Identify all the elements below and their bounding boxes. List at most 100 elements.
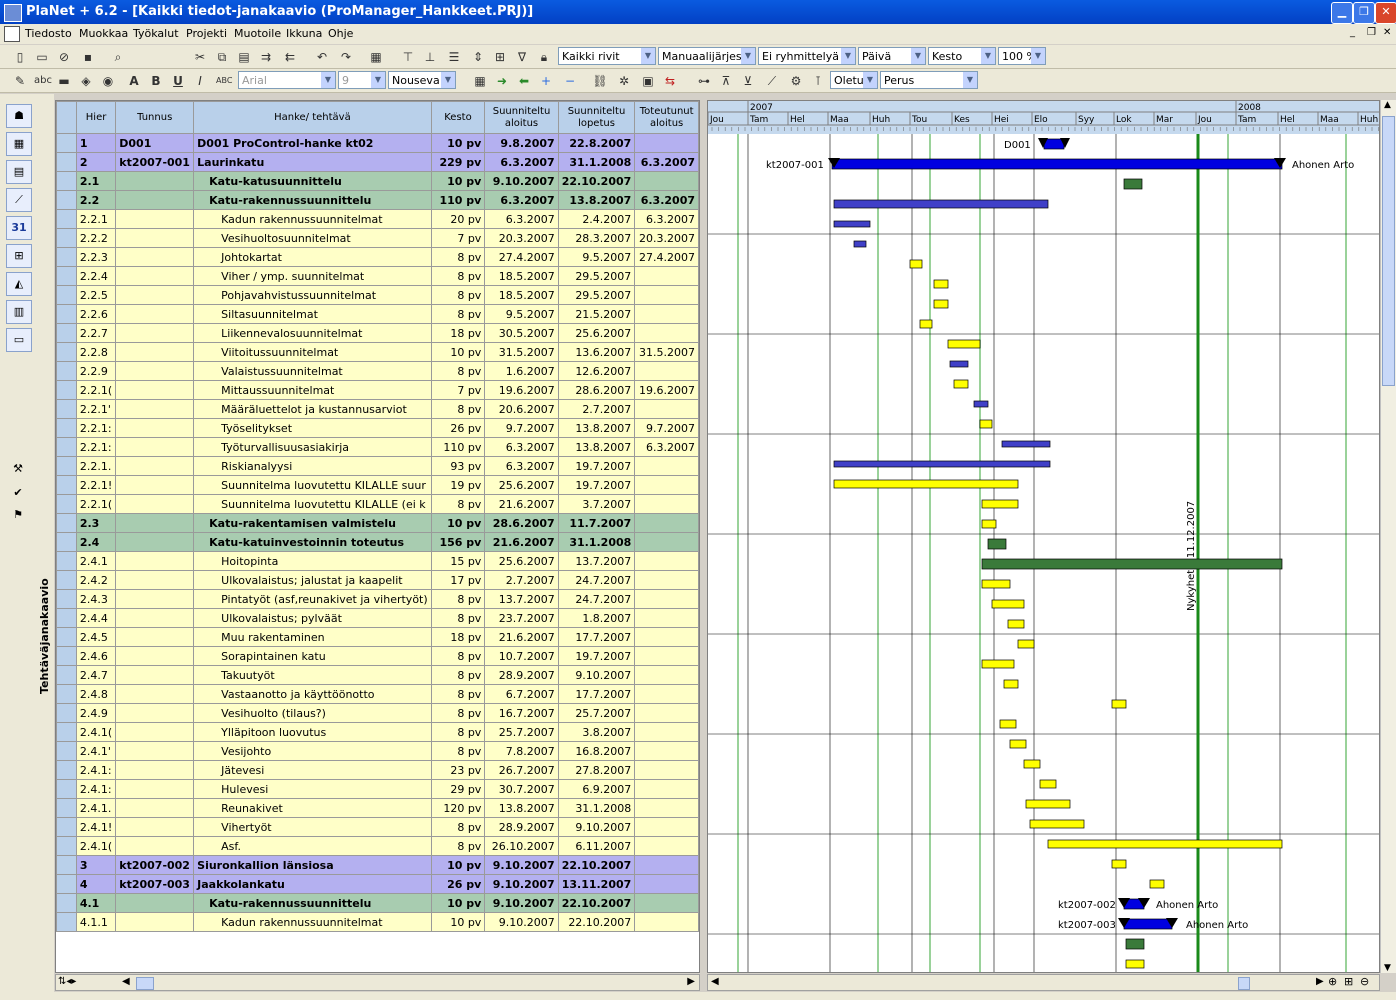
table-row[interactable]: 2.2.1: Työturvallisuusasiakirja 110 pv 6.3.…: [56, 437, 699, 457]
base-select[interactable]: Perus ▼: [880, 71, 978, 89]
table-row[interactable]: 2.4.7 Takuutyöt 8 pv 28.9.2007 9.10.2007: [56, 665, 699, 685]
cell-actual-start[interactable]: [634, 722, 699, 742]
cell-hier[interactable]: 2.1: [75, 171, 117, 191]
document-icon[interactable]: [4, 26, 20, 42]
undo-icon[interactable]: ↶: [314, 49, 330, 65]
cell-id[interactable]: [115, 380, 195, 400]
cell-id[interactable]: [115, 646, 195, 666]
cell-duration[interactable]: 10 pv: [430, 342, 486, 362]
cell-planned-end[interactable]: 24.7.2007: [557, 570, 636, 590]
cell-hier[interactable]: 2.2.1': [75, 399, 117, 419]
table-row[interactable]: 4 kt2007-003 Jaakkolankatu 26 pv 9.10.2007 13…: [56, 874, 699, 894]
project-view-icon[interactable]: ☗: [6, 104, 32, 128]
cell-planned-start[interactable]: 26.10.2007: [484, 836, 559, 856]
cell-hier[interactable]: 2.4.1:: [75, 760, 117, 780]
rows-icon[interactable]: ⇕: [470, 49, 486, 65]
table-row[interactable]: 2.2.6 Siltasuunnitelmat 8 pv 9.5.2007 21.5.2…: [56, 304, 699, 324]
cell-duration[interactable]: 29 pv: [430, 779, 486, 799]
row-selector[interactable]: [56, 247, 77, 267]
table-row[interactable]: 2.4.1' Vesijohto 8 pv 7.8.2007 16.8.2007: [56, 741, 699, 761]
cell-id[interactable]: [115, 912, 195, 932]
cell-id[interactable]: D001: [115, 133, 195, 153]
cell-id[interactable]: [115, 836, 195, 856]
cell-name[interactable]: Hulevesi: [193, 779, 432, 799]
cell-duration[interactable]: 110 pv: [430, 190, 486, 210]
cell-duration[interactable]: 8 pv: [430, 608, 486, 628]
cell-planned-end[interactable]: 27.8.2007: [557, 760, 636, 780]
lock-icon[interactable]: 🔒︎: [536, 49, 552, 65]
cell-id[interactable]: [115, 741, 195, 761]
cell-planned-start[interactable]: 9.5.2007: [484, 304, 559, 324]
table-row[interactable]: 2.4.1. Reunakivet 120 pv 13.8.2007 31.1.2008: [56, 798, 699, 818]
scroll-down-icon[interactable]: ▼: [1384, 963, 1391, 973]
gantt-scroll-left-icon[interactable]: ◀: [711, 976, 719, 987]
col-header-actual-start[interactable]: Toteutunut aloitus: [634, 101, 699, 134]
cell-duration[interactable]: 10 pv: [430, 912, 486, 932]
cell-hier[interactable]: 2.4.1(: [75, 836, 117, 856]
cell-planned-end[interactable]: 2.4.2007: [557, 209, 636, 229]
table-row[interactable]: 2.4.1! Vihertyöt 8 pv 28.9.2007 9.10.2007: [56, 817, 699, 837]
tree2-icon[interactable]: ⊥: [422, 49, 438, 65]
cell-hier[interactable]: 2.2.9: [75, 361, 117, 381]
cell-planned-start[interactable]: 18.5.2007: [484, 266, 559, 286]
cell-duration[interactable]: 156 pv: [430, 532, 486, 552]
vertical-scroll-thumb[interactable]: [1382, 116, 1395, 386]
col-header-planned-start[interactable]: Suunniteltu aloitus: [484, 101, 559, 134]
cell-planned-end[interactable]: 16.8.2007: [557, 741, 636, 761]
size-select[interactable]: 9 ▼: [338, 71, 386, 89]
cell-name[interactable]: Ylläpitoon luovutus: [193, 722, 432, 742]
cell-planned-end[interactable]: 17.7.2007: [557, 627, 636, 647]
cell-planned-start[interactable]: 9.10.2007: [484, 855, 559, 875]
gantt-horizontal-scrollbar[interactable]: ◀ ▶ ⊕ ⊞ ⊖: [707, 974, 1380, 991]
cell-hier[interactable]: 2.2.4: [75, 266, 117, 286]
cell-name[interactable]: Liikennevalosuunnitelmat: [193, 323, 432, 343]
grid-nav-icon[interactable]: ⇅◂▸: [58, 976, 76, 987]
cell-duration[interactable]: 8 pv: [430, 285, 486, 305]
table-row[interactable]: 4.1.1 Kadun rakennussuunnitelmat 10 pv 9.10…: [56, 912, 699, 932]
col-header-id[interactable]: Tunnus: [115, 101, 195, 134]
resource-chart-icon[interactable]: ◭: [6, 272, 32, 296]
table-row[interactable]: 2.2.7 Liikennevalosuunnitelmat 18 pv 30.5.2…: [56, 323, 699, 343]
cell-duration[interactable]: 110 pv: [430, 437, 486, 457]
table-row[interactable]: 2.2.1' Määräluettelot ja kustannusarviot 8…: [56, 399, 699, 419]
cell-planned-start[interactable]: 13.7.2007: [484, 589, 559, 609]
cell-planned-start[interactable]: 2.7.2007: [484, 570, 559, 590]
cell-actual-start[interactable]: [634, 703, 699, 723]
cell-hier[interactable]: 2.2: [75, 190, 117, 210]
outdent-icon[interactable]: ⇇: [282, 49, 298, 65]
row-selector[interactable]: [56, 760, 77, 780]
align-icon[interactable]: ⊼: [718, 73, 734, 89]
cell-name[interactable]: Työturvallisuusasiakirja: [193, 437, 432, 457]
row-selector[interactable]: [56, 684, 77, 704]
cell-id[interactable]: [115, 494, 195, 514]
cell-id[interactable]: [115, 893, 195, 913]
cell-duration[interactable]: 23 pv: [430, 760, 486, 780]
cell-duration[interactable]: 120 pv: [430, 798, 486, 818]
cell-planned-end[interactable]: 9.5.2007: [557, 247, 636, 267]
cell-name[interactable]: Jaakkolankatu: [193, 874, 432, 894]
row-selector[interactable]: [56, 304, 77, 324]
cell-planned-end[interactable]: 31.1.2008: [557, 532, 636, 552]
group-select[interactable]: Ei ryhmittelyä ▼: [758, 47, 856, 65]
sort-select[interactable]: Manuaalijärjesty ▼: [658, 47, 756, 65]
cell-duration[interactable]: 8 pv: [430, 304, 486, 324]
row-selector[interactable]: [56, 418, 77, 438]
print-preview-icon[interactable]: ⌕: [110, 49, 126, 65]
cell-id[interactable]: [115, 722, 195, 742]
cell-id[interactable]: [115, 418, 195, 438]
row-selector[interactable]: [56, 399, 77, 419]
cell-duration[interactable]: 10 pv: [430, 171, 486, 191]
cell-name[interactable]: Määräluettelot ja kustannusarviot: [193, 399, 432, 419]
table-row[interactable]: 2.4.2 Ulkovalaistus; jalustat ja kaapelit…: [56, 570, 699, 590]
row-selector[interactable]: [56, 627, 77, 647]
col-header-name[interactable]: Hanke/ tehtävä: [193, 101, 432, 134]
cell-id[interactable]: [115, 190, 195, 210]
gantt-canvas[interactable]: 2007 2008 Jou Tam Hel Maa Huh Tou Kes Hei Elo Syy Lo…: [708, 101, 1380, 973]
cell-hier[interactable]: 2.4.3: [75, 589, 117, 609]
cell-actual-start[interactable]: [634, 627, 699, 647]
cell-name[interactable]: Viitoitussuunnitelmat: [193, 342, 432, 362]
table-row[interactable]: 2.2.2 Vesihuoltosuunnitelmat 7 pv 20.3.2007…: [56, 228, 699, 248]
table-row[interactable]: 2.4.4 Ulkovalaistus; pylväät 8 pv 23.7.2007…: [56, 608, 699, 628]
cell-actual-start[interactable]: [634, 513, 699, 533]
menu-ikkuna[interactable]: Ikkuna: [286, 27, 322, 40]
